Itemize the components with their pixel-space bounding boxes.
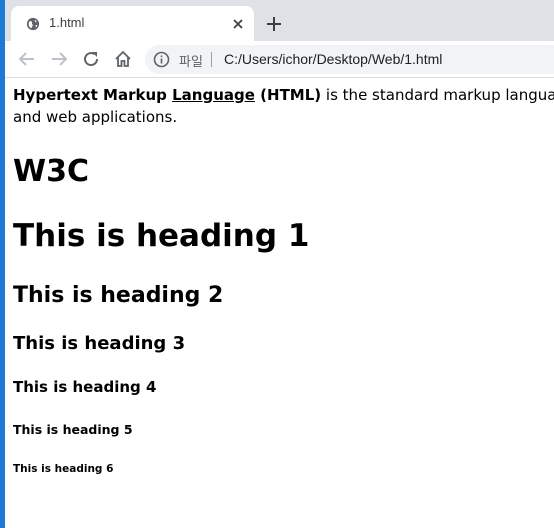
globe-icon [26,17,40,31]
heading-3: This is heading 3 [13,333,186,354]
w3c-heading: W3C [13,154,89,189]
page-content: Hypertext Markup Language (HTML) is the … [13,84,554,475]
tab-1-html[interactable]: 1.html [11,6,254,41]
intro-text: is the standard markup language for docu… [325,86,554,104]
close-icon[interactable] [230,16,246,32]
intro-term: Hypertext Markup [13,86,173,104]
tab-title: 1.html [49,15,85,30]
arrow-left-icon[interactable] [17,49,37,69]
heading-6: This is heading 6 [13,463,114,475]
heading-5: This is heading 5 [13,422,133,437]
toolbar: 파일 C:/Users/ichor/Desktop/Web/1.html [0,41,554,78]
browser-window: 1.html 파일 C:/Users/ichor/Desktop/Web/1.h… [0,0,554,528]
plus-icon[interactable] [265,15,283,33]
url-text[interactable]: C:/Users/ichor/Desktop/Web/1.html [224,51,442,67]
info-icon[interactable] [153,51,170,68]
heading-1: This is heading 1 [13,218,310,254]
heading-2: This is heading 2 [13,283,224,308]
scheme-label: 파일 [179,55,203,70]
reload-icon[interactable] [81,49,101,69]
intro-paragraph: Hypertext Markup Language (HTML) is the … [13,84,554,106]
arrow-right-icon[interactable] [49,49,69,69]
intro-line-2: and web applications. [13,108,178,126]
omnibox-divider [211,52,212,67]
address-bar[interactable]: 파일 C:/Users/ichor/Desktop/Web/1.html [145,45,554,74]
window-left-edge [0,0,5,528]
heading-4: This is heading 4 [13,378,157,396]
tab-strip: 1.html [0,0,554,41]
intro-abbr: (HTML) [254,86,322,104]
home-icon[interactable] [113,49,133,69]
language-link[interactable]: Language [172,86,255,104]
